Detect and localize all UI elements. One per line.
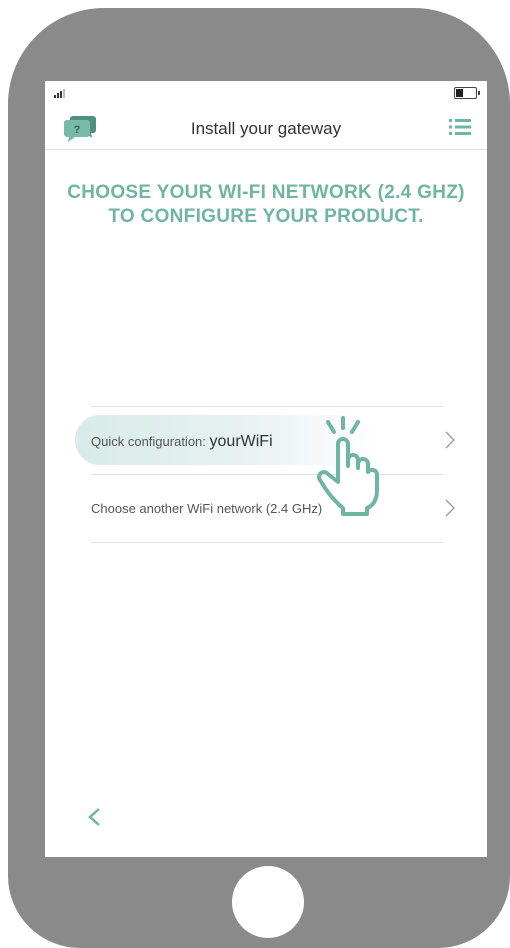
choose-another-network-option[interactable]: Choose another WiFi network (2.4 GHz) bbox=[91, 474, 455, 543]
page-title: Install your gateway bbox=[190, 119, 342, 138]
app-screen: ? Install your gateway CHOOSE YOUR WI-FI… bbox=[45, 81, 487, 857]
instruction-heading: CHOOSE YOUR WI-FI NETWORK (2.4 GHZ) TO C… bbox=[67, 182, 465, 227]
option-label: Choose another WiFi network (2.4 GHz) bbox=[91, 501, 323, 516]
status-bar bbox=[45, 81, 487, 103]
option-label-text: Quick configuration: bbox=[91, 434, 210, 449]
chevron-right-icon bbox=[445, 431, 455, 449]
option-label: Quick configuration: yourWiFi bbox=[91, 433, 273, 451]
network-ssid: yourWiFi bbox=[209, 433, 273, 450]
menu-list-icon[interactable] bbox=[449, 117, 471, 137]
home-button[interactable] bbox=[232, 866, 304, 938]
back-chevron-icon[interactable] bbox=[87, 807, 101, 827]
signal-icon bbox=[54, 89, 65, 98]
nav-bar: ? Install your gateway bbox=[45, 107, 487, 150]
quick-configuration-option[interactable]: Quick configuration: yourWiFi bbox=[75, 406, 455, 474]
battery-icon bbox=[454, 87, 480, 99]
phone-frame: ? Install your gateway CHOOSE YOUR WI-FI… bbox=[8, 8, 510, 948]
pointing-hand-icon bbox=[317, 416, 379, 516]
chevron-right-icon bbox=[445, 499, 455, 517]
wifi-option-list: Quick configuration: yourWiFi Choose ano… bbox=[75, 406, 455, 543]
